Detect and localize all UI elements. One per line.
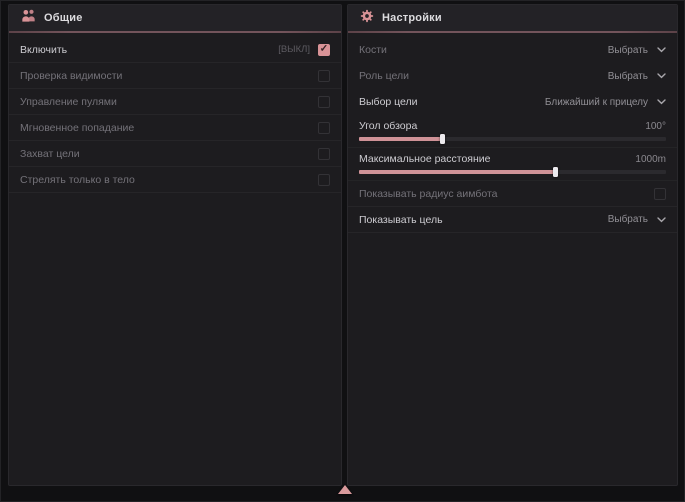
target-role-dropdown-value: Выбрать [608,71,648,82]
row-target-lock: Захват цели [9,141,341,167]
check-icon: ✓ [320,44,328,54]
max-distance-label: Максимальное расстояние [359,153,635,165]
bones-label: Кости [359,44,608,56]
row-bones: Кости Выбрать [348,37,677,63]
row-bullet-control: Управление пулями [9,89,341,115]
row-enable: Включить [ВЫКЛ] ✓ [9,37,341,63]
people-icon [20,8,37,28]
target-select-dropdown-value: Ближайший к прицелу [545,97,648,108]
show-radius-checkbox[interactable] [654,188,666,200]
chevron-down-icon [657,47,666,53]
body-only-checkbox[interactable] [318,174,330,186]
instant-hit-label: Мгновенное попадание [20,122,318,134]
row-max-distance: Максимальное расстояние 1000m [348,148,677,181]
body-only-label: Стрелять только в тело [20,174,318,186]
enable-hotkey-badge[interactable]: [ВЫКЛ] [278,44,310,55]
max-distance-slider-fill [359,170,555,174]
max-distance-slider[interactable] [359,170,666,174]
bullet-control-label: Управление пулями [20,96,318,108]
row-target-select: Выбор цели Ближайший к прицелу [348,89,677,115]
visibility-check-checkbox[interactable] [318,70,330,82]
target-lock-label: Захват цели [20,148,318,160]
target-select-dropdown[interactable]: Ближайший к прицелу [545,97,666,108]
show-radius-label: Показывать радиус аимбота [359,188,654,200]
visibility-check-label: Проверка видимости [20,70,318,82]
fov-value: 100° [645,121,666,132]
row-instant-hit: Мгновенное попадание [9,115,341,141]
fov-label: Угол обзора [359,120,645,132]
chevron-down-icon [657,217,666,223]
enable-checkbox[interactable]: ✓ [318,44,330,56]
settings-panel: Настройки Кости Выбрать Роль цели Выбрат… [347,4,678,486]
fov-slider-fill [359,137,442,141]
show-target-label: Показывать цель [359,214,608,226]
show-target-dropdown[interactable]: Выбрать [608,214,666,225]
row-fov: Угол обзора 100° [348,115,677,148]
row-visibility-check: Проверка видимости [9,63,341,89]
target-lock-checkbox[interactable] [318,148,330,160]
row-body-only: Стрелять только в тело [9,167,341,193]
show-target-dropdown-value: Выбрать [608,214,648,225]
bones-dropdown[interactable]: Выбрать [608,45,666,56]
general-panel: Общие Включить [ВЫКЛ] ✓ Проверка видимос… [8,4,342,486]
max-distance-slider-thumb[interactable] [553,167,558,177]
general-panel-header: Общие [9,5,341,31]
general-panel-title: Общие [44,12,83,24]
settings-panel-title: Настройки [382,12,442,24]
fov-slider-thumb[interactable] [440,134,445,144]
row-target-role: Роль цели Выбрать [348,63,677,89]
bones-dropdown-value: Выбрать [608,45,648,56]
row-show-target: Показывать цель Выбрать [348,207,677,233]
chevron-down-icon [657,99,666,105]
bullet-control-checkbox[interactable] [318,96,330,108]
chevron-down-icon [657,73,666,79]
enable-label: Включить [20,44,278,56]
settings-panel-header: Настройки [348,5,677,31]
instant-hit-checkbox[interactable] [318,122,330,134]
target-role-dropdown[interactable]: Выбрать [608,71,666,82]
target-role-label: Роль цели [359,70,608,82]
max-distance-value: 1000m [635,154,666,165]
fov-slider[interactable] [359,137,666,141]
row-show-radius: Показывать радиус аимбота [348,181,677,207]
gear-icon [359,8,375,29]
target-select-label: Выбор цели [359,96,545,108]
mouse-cursor-icon [338,485,352,494]
